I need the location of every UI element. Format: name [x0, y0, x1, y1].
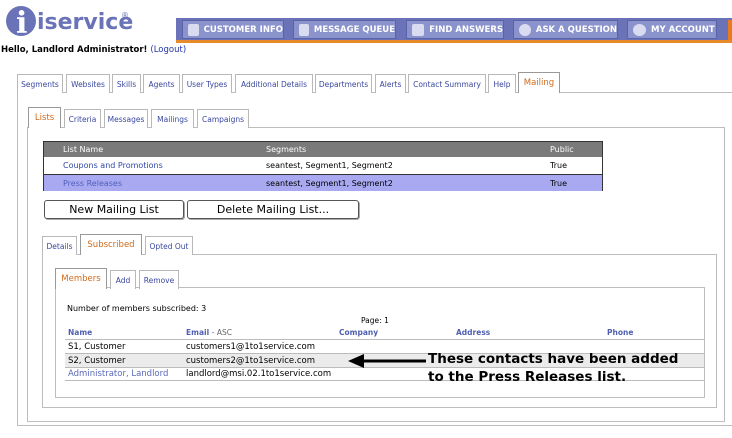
find-answers-label: FIND ANSWERS — [429, 24, 503, 35]
iservice-logo: i iservice ® — [6, 6, 133, 40]
tab-messages[interactable]: Messages — [104, 109, 148, 128]
account-icon — [633, 23, 646, 36]
greeting-text: Hello, Landlord Administrator! — [1, 45, 148, 55]
member-name-link[interactable]: Administrator, Landlord — [68, 368, 168, 380]
tab-mailings[interactable]: Mailings — [151, 109, 194, 128]
svg-text:iservice: iservice — [37, 10, 133, 35]
tab-criteria[interactable]: Criteria — [64, 109, 101, 128]
list-name-link[interactable]: Coupons and Promotions — [63, 157, 163, 174]
logout-link[interactable]: (Logout) — [150, 45, 186, 55]
app-header: i iservice ® CUSTOMER INFO MESSAGE QUEUE… — [0, 0, 732, 43]
ask-question-label: ASK A QUESTION — [535, 24, 617, 35]
callout-line-2: to the Press Releases list. — [428, 369, 627, 385]
top-nav-bar: CUSTOMER INFO MESSAGE QUEUE FIND ANSWERS… — [176, 18, 732, 43]
list-name-link[interactable]: Press Releases — [63, 175, 122, 191]
member-email: customers2@1to1service.com — [186, 355, 316, 366]
column-email[interactable]: Email - ASC — [186, 328, 232, 337]
table-row[interactable]: Coupons and Promotions seantest, Segment… — [44, 157, 602, 174]
tab-contact-summary[interactable]: Contact Summary — [408, 74, 486, 93]
tab-remove[interactable]: Remove — [139, 270, 179, 289]
tab-members[interactable]: Members — [55, 268, 107, 289]
list-segments: seantest, Segment1, Segment2 — [266, 178, 393, 188]
people-icon — [188, 23, 199, 36]
tab-agents[interactable]: Agents — [143, 74, 180, 93]
callout-arrow-icon — [348, 354, 426, 368]
tab-add[interactable]: Add — [110, 270, 136, 289]
column-list-name: List Name — [63, 145, 104, 154]
column-name[interactable]: Name — [68, 328, 92, 337]
tab-help[interactable]: Help — [488, 74, 516, 93]
page-indicator: Page: 1 — [361, 316, 389, 325]
ask-question-button[interactable]: ASK A QUESTION — [513, 20, 618, 39]
callout-line-1: These contacts have been added — [428, 351, 679, 367]
tab-subscribed[interactable]: Subscribed — [80, 234, 142, 255]
column-segments: Segments — [266, 145, 307, 154]
svg-text:i: i — [16, 6, 27, 40]
column-company[interactable]: Company — [339, 328, 378, 337]
tab-user-types[interactable]: User Types — [182, 74, 232, 93]
table-header: List Name Segments Public — [44, 142, 602, 157]
member-email: landlord@msi.02.1to1service.com — [186, 369, 332, 379]
list-public: True — [550, 178, 567, 188]
mailing-lists-table: List Name Segments Public Coupons and Pr… — [43, 141, 603, 191]
message-queue-button[interactable]: MESSAGE QUEUE — [293, 20, 396, 39]
annotation-callout: These contacts have been added to the Pr… — [428, 350, 678, 386]
tab-lists[interactable]: Lists — [28, 107, 61, 128]
table-row-selected[interactable]: Press Releases seantest, Segment1, Segme… — [44, 174, 602, 191]
tab-mailing[interactable]: Mailing — [518, 72, 560, 93]
tab-segments[interactable]: Segments — [17, 74, 63, 93]
find-answers-button[interactable]: FIND ANSWERS — [406, 20, 504, 39]
my-account-label: MY ACCOUNT — [651, 24, 715, 35]
message-queue-label: MESSAGE QUEUE — [313, 24, 395, 35]
tab-skills[interactable]: Skills — [112, 74, 141, 93]
customer-info-label: CUSTOMER INFO — [203, 24, 283, 35]
sort-indicator: - ASC — [211, 328, 232, 337]
tab-alerts[interactable]: Alerts — [375, 74, 406, 93]
tab-departments[interactable]: Departments — [315, 74, 372, 93]
tab-additional-details[interactable]: Additional Details — [235, 74, 313, 93]
svg-text:®: ® — [121, 11, 129, 20]
list-public: True — [550, 161, 567, 170]
queue-icon — [299, 23, 309, 36]
tab-details[interactable]: Details — [42, 236, 77, 255]
question-icon — [519, 23, 531, 36]
greeting: Hello, Landlord Administrator! (Logout) — [1, 45, 186, 55]
new-mailing-list-button[interactable]: New Mailing List — [44, 200, 184, 219]
member-name-link[interactable]: S1, Customer — [68, 340, 126, 353]
list-segments: seantest, Segment1, Segment2 — [266, 161, 393, 170]
column-address[interactable]: Address — [456, 328, 490, 337]
tab-opted-out[interactable]: Opted Out — [145, 236, 193, 255]
header-accent — [728, 20, 732, 40]
member-count: Number of members subscribed: 3 — [67, 304, 207, 313]
tab-campaigns[interactable]: Campaigns — [197, 109, 249, 128]
member-email: customers1@1to1service.com — [186, 341, 316, 352]
delete-mailing-list-button[interactable]: Delete Mailing List... — [187, 200, 359, 219]
customer-info-button[interactable]: CUSTOMER INFO — [182, 20, 284, 39]
column-phone[interactable]: Phone — [607, 328, 633, 337]
column-public: Public — [550, 145, 574, 154]
email-header-label: Email — [186, 328, 210, 337]
my-account-button[interactable]: MY ACCOUNT — [627, 20, 717, 39]
book-icon — [412, 23, 425, 36]
tab-websites[interactable]: Websites — [66, 74, 110, 93]
member-name-link[interactable]: S2, Customer — [68, 354, 126, 367]
